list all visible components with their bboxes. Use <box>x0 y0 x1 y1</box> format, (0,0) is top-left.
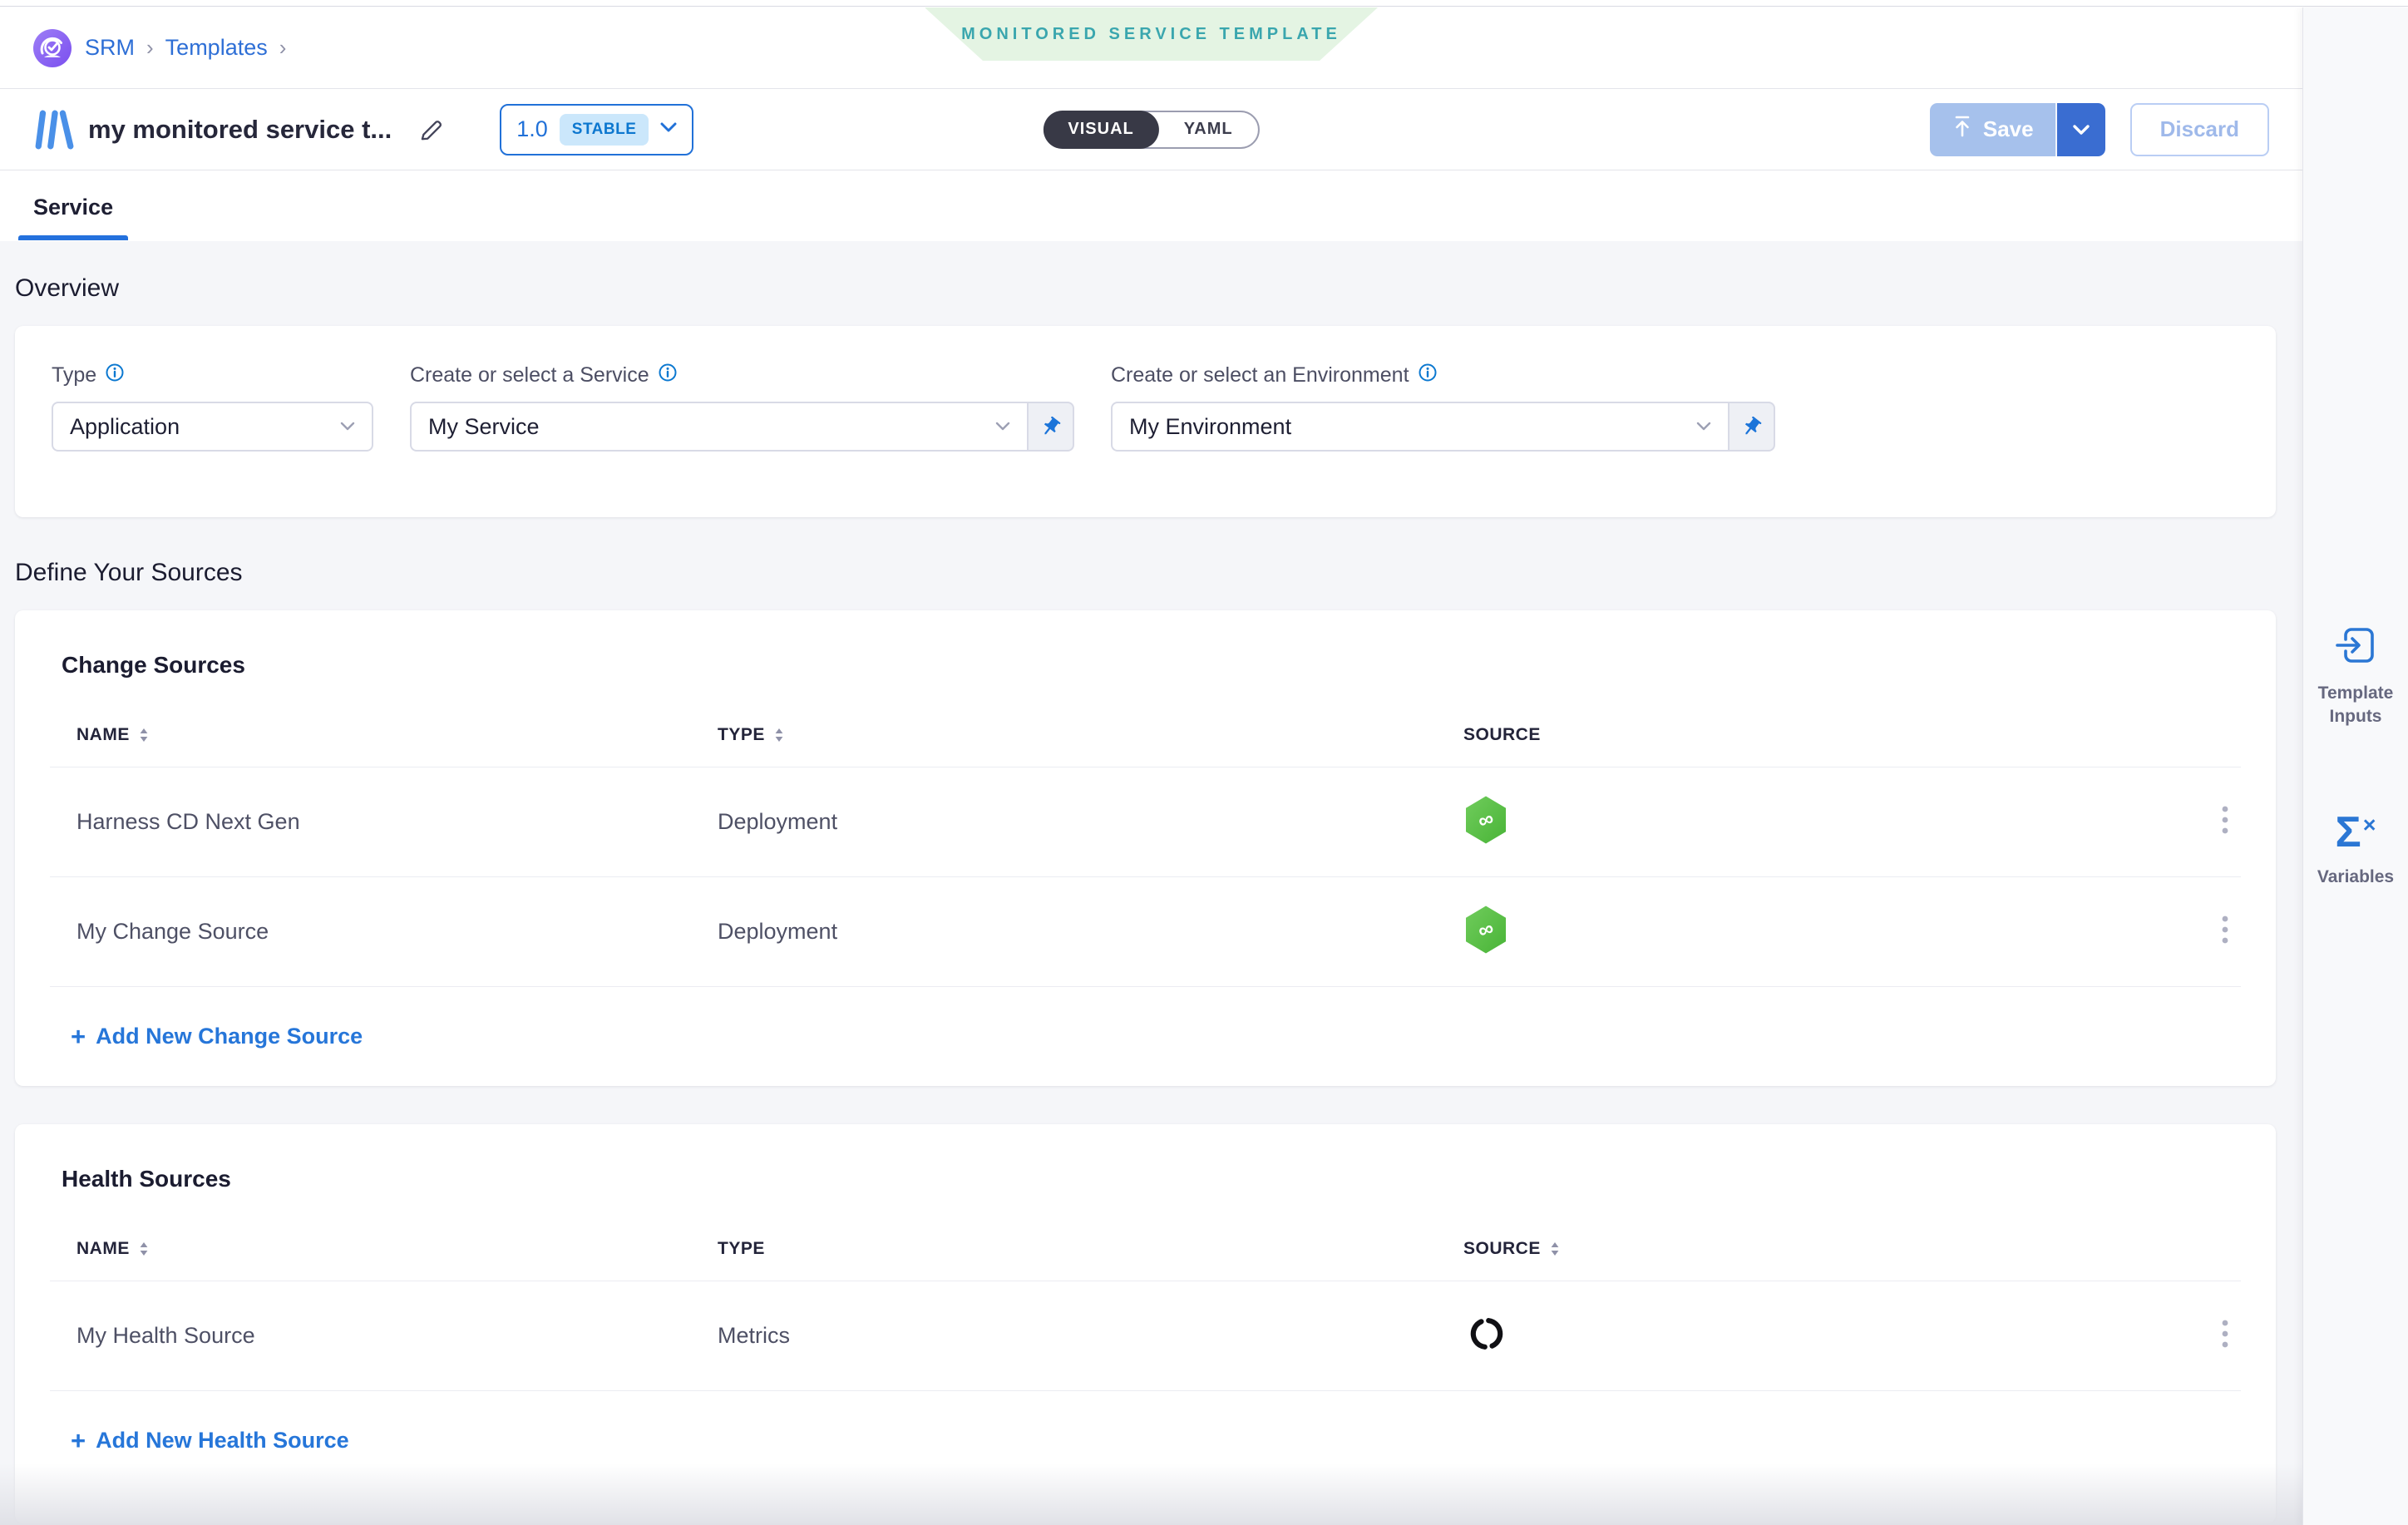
visual-yaml-toggle: VISUAL YAML <box>1043 111 1259 149</box>
plus-icon: + <box>71 1024 86 1049</box>
field-environment: Create or select an Environment My Envir… <box>1111 363 1775 517</box>
version-selector[interactable]: 1.0 STABLE <box>500 104 693 155</box>
service-select[interactable]: My Service <box>410 402 1027 452</box>
variables-button[interactable]: Σ× Variables <box>2317 811 2394 889</box>
info-icon[interactable] <box>658 363 678 388</box>
health-sources-table-header: NAME TYPE SOURCE <box>50 1239 2241 1281</box>
table-row[interactable]: My Change Source Deployment ∞ <box>50 876 2241 986</box>
row-menu-kebab-icon[interactable] <box>2221 1319 2241 1353</box>
tab-service[interactable]: Service <box>18 195 128 240</box>
column-header-type[interactable]: TYPE <box>718 1239 1463 1259</box>
plus-icon: + <box>71 1428 86 1453</box>
window-top-edge <box>0 0 2408 7</box>
define-sources-heading: Define Your Sources <box>15 559 2302 587</box>
environment-pin-button[interactable] <box>1728 402 1775 452</box>
change-sources-card: Change Sources NAME TYPE SOURCE Harness … <box>15 610 2276 1086</box>
breadcrumb-separator: › <box>146 35 154 61</box>
column-header-name[interactable]: NAME <box>50 725 718 745</box>
change-source-type: Deployment <box>718 809 1463 835</box>
table-row[interactable]: My Health Source Metrics <box>50 1281 2241 1390</box>
health-sources-title: Health Sources <box>62 1166 2276 1192</box>
health-source-type: Metrics <box>718 1323 1463 1349</box>
table-row[interactable]: Harness CD Next Gen Deployment ∞ <box>50 767 2241 876</box>
column-header-source[interactable]: SOURCE <box>1463 1239 2174 1259</box>
type-select[interactable]: Application <box>52 402 373 452</box>
column-header-type[interactable]: TYPE <box>718 725 1463 745</box>
tab-bar: Service <box>0 170 2302 240</box>
sort-icon <box>1549 1241 1561 1257</box>
change-sources-title: Change Sources <box>62 652 2276 679</box>
sort-icon <box>138 1241 150 1257</box>
overview-card: Type Application <box>15 326 2276 517</box>
row-menu-kebab-icon[interactable] <box>2221 805 2241 839</box>
chevron-down-icon <box>340 422 355 432</box>
change-source-name: My Change Source <box>50 919 718 945</box>
field-service: Create or select a Service My Service <box>410 363 1074 517</box>
template-inputs-icon <box>2334 624 2377 670</box>
type-select-value: Application <box>70 414 180 440</box>
right-rail: Template Inputs Σ× Variables <box>2302 7 2408 1525</box>
chevron-down-icon <box>660 122 677 137</box>
toggle-visual[interactable]: VISUAL <box>1043 111 1158 149</box>
variables-label: Variables <box>2317 866 2394 889</box>
monitored-service-template-badge: MONITORED SERVICE TEMPLATE <box>925 7 1378 61</box>
harness-cd-source-icon: ∞ <box>1463 795 2174 849</box>
save-split-button: Save <box>1930 103 2105 156</box>
service-select-value: My Service <box>428 414 540 440</box>
health-source-name: My Health Source <box>50 1323 718 1349</box>
appdynamics-source-icon <box>1468 1315 2174 1356</box>
active-tab-underline <box>18 235 128 240</box>
overview-heading: Overview <box>15 274 2302 303</box>
sort-icon <box>138 727 150 743</box>
upload-icon <box>1952 115 1973 144</box>
breadcrumb-separator: › <box>279 35 287 61</box>
srm-logo-icon <box>33 29 72 67</box>
version-number: 1.0 <box>516 116 548 142</box>
template-inputs-label: Template Inputs <box>2303 682 2408 728</box>
variables-icon: Σ× <box>2335 811 2376 854</box>
environment-select[interactable]: My Environment <box>1111 402 1728 452</box>
version-stable-chip: STABLE <box>560 114 649 146</box>
row-menu-kebab-icon[interactable] <box>2221 915 2241 949</box>
service-config-content: Overview Type Application <box>0 241 2302 1525</box>
save-options-chevron[interactable] <box>2057 103 2105 156</box>
info-icon[interactable] <box>105 363 125 388</box>
template-library-icon <box>33 109 75 151</box>
breadcrumb-link-templates[interactable]: Templates <box>165 35 268 61</box>
service-label: Create or select a Service <box>410 363 649 387</box>
environment-label: Create or select an Environment <box>1111 363 1409 387</box>
save-button[interactable]: Save <box>1930 103 2055 156</box>
add-new-health-source-link[interactable]: + Add New Health Source <box>50 1390 2241 1490</box>
info-icon[interactable] <box>1418 363 1438 388</box>
add-new-change-source-link[interactable]: + Add New Change Source <box>50 986 2241 1086</box>
edit-title-pencil-icon[interactable] <box>417 116 445 144</box>
tab-service-label: Service <box>18 195 128 220</box>
breadcrumb: SRM › Templates › MONITORED SERVICE TEMP… <box>0 7 2302 89</box>
toggle-yaml[interactable]: YAML <box>1159 111 1258 149</box>
header-actions: Save Discard <box>1930 103 2269 156</box>
chevron-down-icon <box>995 422 1010 432</box>
chevron-down-icon <box>1696 422 1711 432</box>
save-label: Save <box>1983 116 2034 142</box>
sort-icon <box>773 727 785 743</box>
change-source-type: Deployment <box>718 919 1463 945</box>
main-area: SRM › Templates › MONITORED SERVICE TEMP… <box>0 7 2302 1525</box>
environment-select-value: My Environment <box>1129 414 1291 440</box>
harness-cd-source-icon: ∞ <box>1463 905 2174 959</box>
health-sources-card: Health Sources NAME TYPE SOURCE My Healt… <box>15 1124 2276 1523</box>
change-source-name: Harness CD Next Gen <box>50 809 718 835</box>
pin-icon <box>1039 416 1062 438</box>
template-inputs-button[interactable]: Template Inputs <box>2303 624 2408 728</box>
column-header-source[interactable]: SOURCE <box>1463 725 2174 745</box>
pin-icon <box>1740 416 1763 438</box>
column-header-name[interactable]: NAME <box>50 1239 718 1259</box>
template-header: my monitored service t... 1.0 STABLE VIS… <box>0 89 2302 170</box>
type-label: Type <box>52 363 96 387</box>
breadcrumb-link-srm[interactable]: SRM <box>85 35 135 61</box>
field-type: Type Application <box>52 363 373 517</box>
discard-button[interactable]: Discard <box>2130 103 2269 156</box>
page-title: my monitored service t... <box>88 115 392 145</box>
change-sources-table-header: NAME TYPE SOURCE <box>50 725 2241 767</box>
service-pin-button[interactable] <box>1027 402 1074 452</box>
